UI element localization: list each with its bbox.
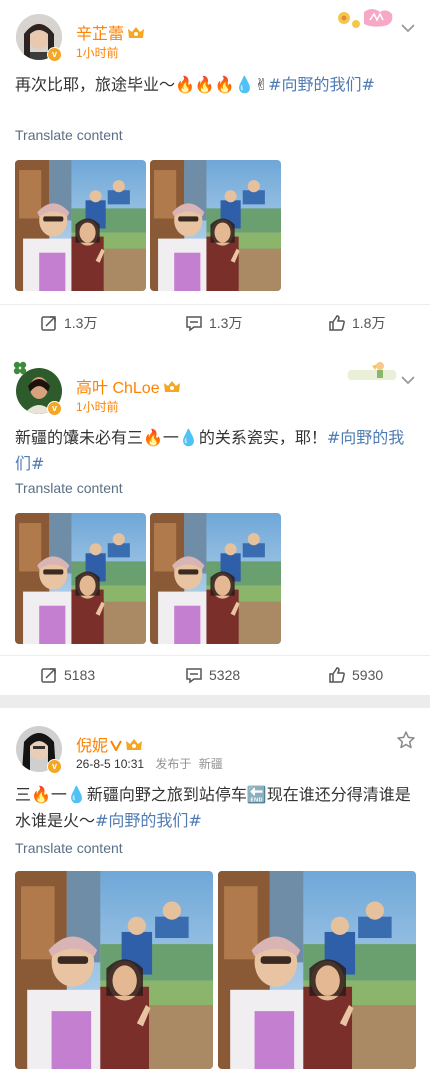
comment-icon — [186, 316, 202, 332]
chevron-down-icon[interactable] — [400, 374, 416, 386]
like-icon — [329, 315, 345, 331]
verified-v-icon: v — [47, 401, 62, 416]
like-button[interactable]: 1.8万 — [328, 311, 385, 335]
translate-link[interactable]: Translate content — [15, 480, 123, 496]
divider — [0, 304, 430, 305]
like-button[interactable]: 5930 — [328, 663, 383, 687]
repost-icon — [41, 668, 56, 683]
sticker-decoration — [338, 9, 393, 28]
repost-icon — [41, 316, 56, 331]
post-card: v 辛芷蕾 1小时前 再次比耶，旅途毕业～🔥🔥🔥💧✌#向野的我们# Transl… — [0, 0, 430, 352]
post-photo[interactable] — [15, 513, 146, 644]
username-label[interactable]: 倪妮 — [76, 738, 108, 755]
comment-count: 1.3万 — [209, 315, 243, 331]
comment-button[interactable]: 5328 — [185, 663, 240, 687]
username[interactable]: 辛芷蕾 — [76, 20, 145, 44]
post-text-content: 新疆的馕未必有三🔥一💧的关系瓷实，耶！ — [15, 428, 327, 447]
post-text: 再次比耶，旅途毕业～🔥🔥🔥💧✌#向野的我们# — [15, 72, 417, 98]
verified-v-icon: v — [47, 759, 62, 774]
crown-badge-icon — [126, 739, 143, 750]
verified-v-icon — [110, 740, 122, 753]
crown-badge-icon — [128, 27, 145, 38]
translate-link[interactable]: Translate content — [15, 840, 123, 856]
post-text: 三🔥一💧新疆向野之旅到站停车🔚现在谁还分得清谁是水谁是火～#向野的我们# — [15, 782, 417, 834]
like-count: 5930 — [352, 667, 384, 683]
repost-count: 5183 — [64, 667, 96, 683]
username-label[interactable]: 高叶 ChLoe — [76, 380, 160, 397]
username[interactable]: 倪妮 — [76, 732, 143, 756]
post-photo[interactable] — [15, 160, 146, 291]
clover-icon — [13, 361, 27, 375]
verified-v-icon: v — [47, 47, 62, 62]
username[interactable]: 高叶 ChLoe — [76, 374, 181, 398]
post-time: 1小时前 — [76, 400, 119, 414]
star-icon[interactable] — [396, 730, 416, 750]
post-text-content: 三🔥一💧新疆向野之旅到站停车🔚现在谁还分得清谁是水谁是火～ — [15, 785, 411, 830]
repost-count: 1.3万 — [64, 315, 98, 331]
comment-icon — [186, 668, 202, 684]
translate-link[interactable]: Translate content — [15, 127, 123, 143]
post-time: 26-8-5 10:31 发布于 新疆 — [76, 757, 223, 771]
action-bar: 1.3万 1.3万 1.8万 — [0, 311, 430, 335]
post-card: v 倪妮 26-8-5 10:31 发布于 新疆 三🔥一💧新疆向野之旅到站停车🔚… — [0, 708, 430, 1076]
post-photo[interactable] — [150, 513, 281, 644]
post-card: v 高叶 ChLoe 1小时前 新疆的馕未必有三🔥一💧的关系瓷实，耶！#向野的我… — [0, 352, 430, 695]
post-photo[interactable] — [150, 160, 281, 291]
sticker-decoration — [348, 360, 396, 380]
post-photo[interactable] — [218, 871, 416, 1069]
like-count: 1.8万 — [352, 315, 386, 331]
repost-button[interactable]: 5183 — [40, 663, 95, 687]
repost-button[interactable]: 1.3万 — [40, 311, 97, 335]
like-icon — [329, 667, 345, 683]
post-text: 新疆的馕未必有三🔥一💧的关系瓷实，耶！#向野的我们# — [15, 425, 417, 477]
hashtag-link[interactable]: #向野的我们# — [268, 75, 375, 94]
comment-button[interactable]: 1.3万 — [185, 311, 242, 335]
divider — [0, 655, 430, 656]
post-time: 1小时前 — [76, 46, 119, 60]
crown-badge-icon — [163, 381, 180, 392]
comment-count: 5328 — [209, 667, 241, 683]
action-bar: 5183 5328 5930 — [0, 663, 430, 687]
post-text-content: 再次比耶，旅途毕业～🔥🔥🔥💧✌ — [15, 75, 269, 94]
location-label: 新疆 — [198, 757, 223, 771]
username-label[interactable]: 辛芷蕾 — [76, 26, 124, 43]
chevron-down-icon[interactable] — [400, 22, 416, 34]
post-photo[interactable] — [15, 871, 213, 1069]
hashtag-link[interactable]: #向野的我们# — [95, 811, 202, 830]
